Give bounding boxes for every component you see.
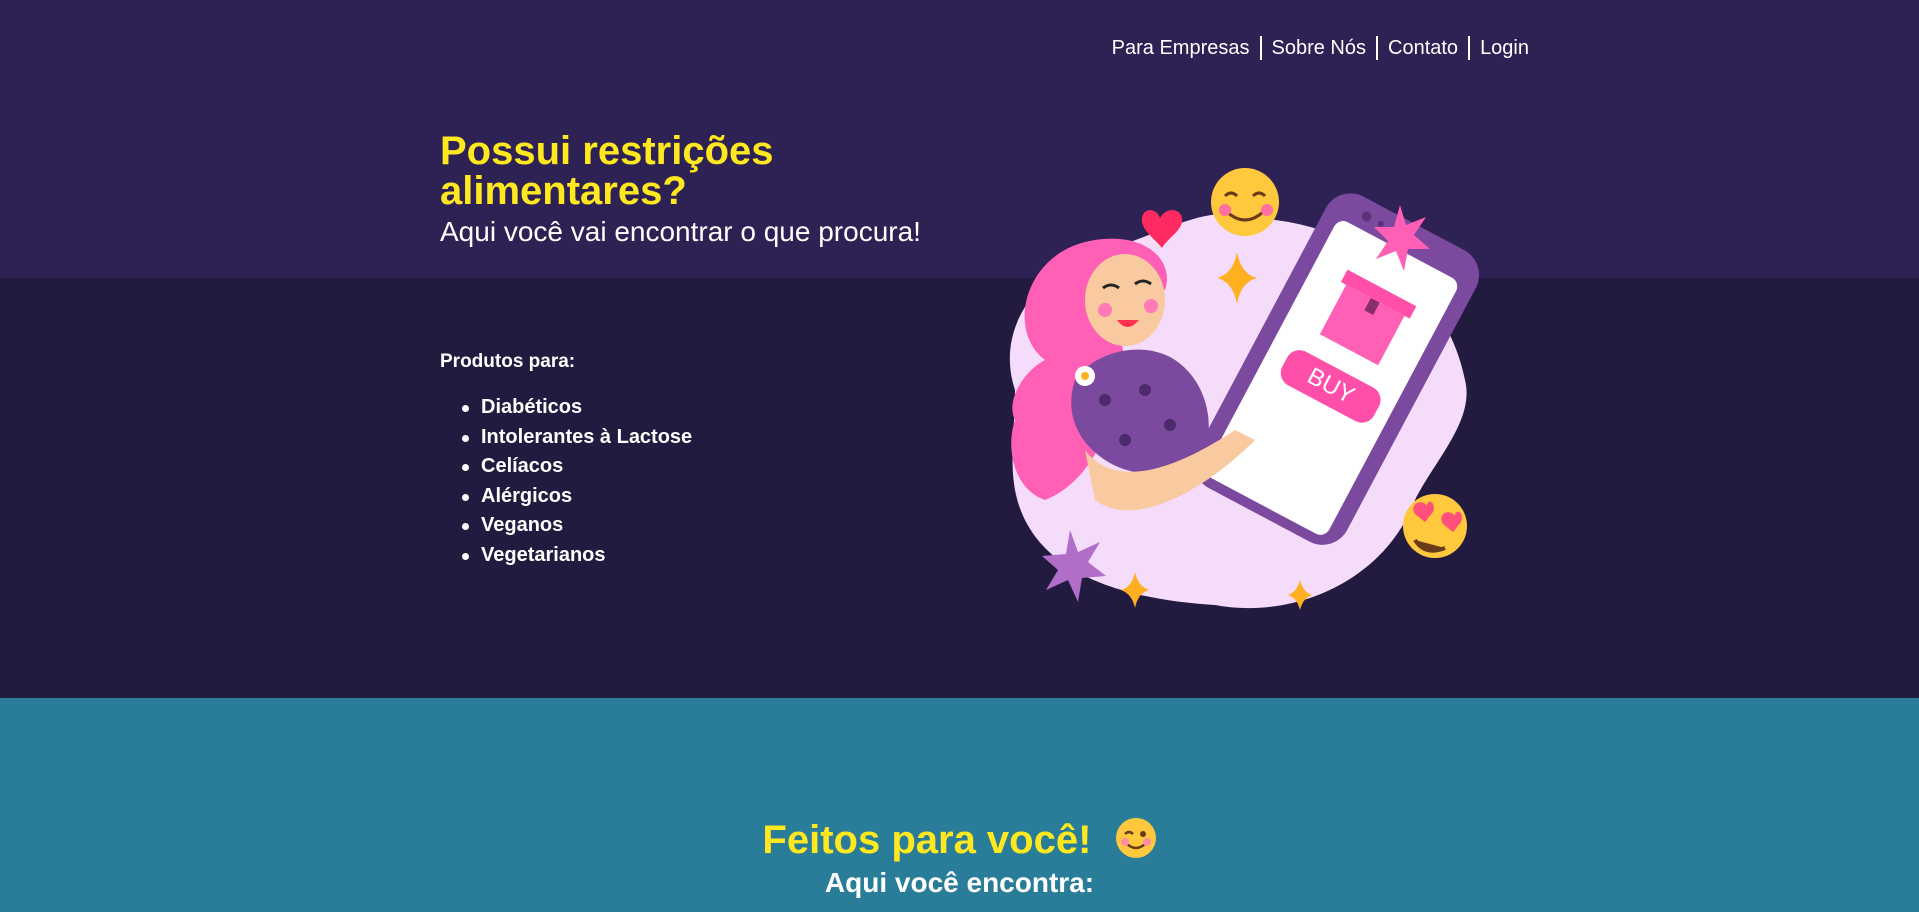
- smiling-emoji-icon: [1211, 168, 1279, 236]
- nav-link-login[interactable]: Login: [1470, 36, 1539, 60]
- nav-link-para-empresas[interactable]: Para Empresas: [1102, 36, 1260, 60]
- shopping-illustration: BUY: [1009, 168, 1480, 610]
- list-item: Vegetarianos: [462, 541, 692, 571]
- list-item: Intolerantes à Lactose: [462, 423, 692, 453]
- section-title-text: Feitos para você!: [762, 818, 1092, 862]
- list-item: Diabéticos: [462, 393, 692, 423]
- list-item: Veganos: [462, 511, 692, 541]
- top-navigation: Para Empresas Sobre Nós Contato Login: [1102, 36, 1539, 60]
- products-list: Diabéticos Intolerantes à Lactose Celíac…: [462, 393, 692, 571]
- section-title: Feitos para você!: [0, 817, 1919, 863]
- winking-emoji-icon: [1115, 818, 1156, 858]
- list-item: Alérgicos: [462, 482, 692, 512]
- section-subtitle: Aqui você encontra:: [824, 867, 1095, 898]
- nav-link-sobre-nos[interactable]: Sobre Nós: [1262, 36, 1377, 60]
- header-section: [0, 0, 1919, 278]
- list-item: Celíacos: [462, 452, 692, 482]
- hero-title: Possui restrições alimentares?: [440, 129, 774, 213]
- nav-link-contato[interactable]: Contato: [1378, 36, 1468, 60]
- products-label: Produtos para:: [440, 351, 576, 372]
- heart-eyes-emoji-icon: [1403, 494, 1467, 558]
- hero-subtitle: Aqui você vai encontrar o que procura!: [440, 216, 921, 247]
- products-section: [0, 278, 1919, 698]
